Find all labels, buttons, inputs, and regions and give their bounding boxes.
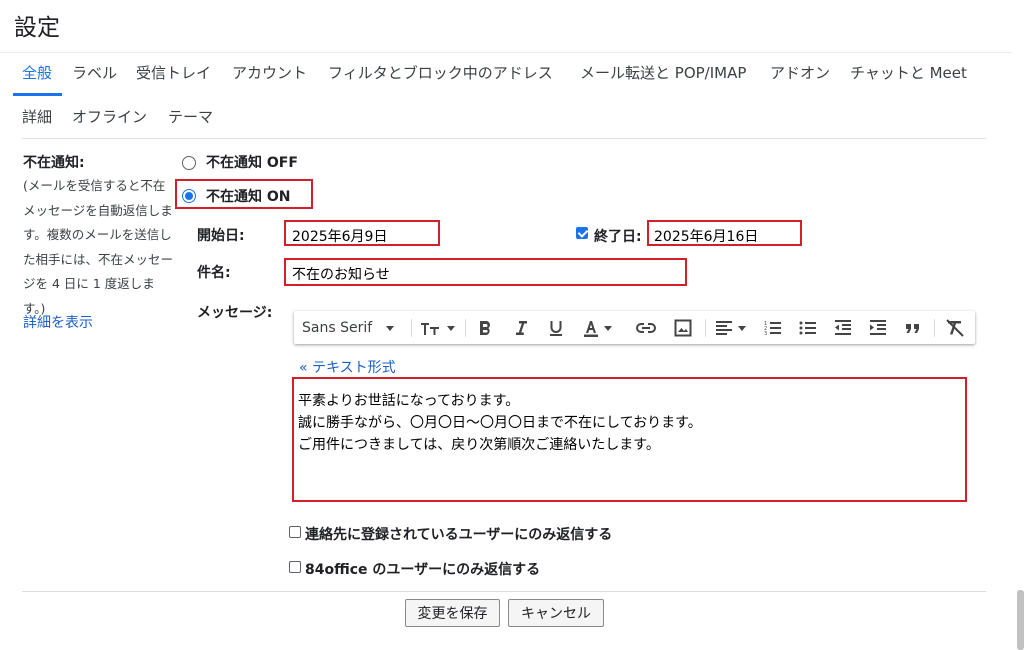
scrollbar[interactable] [1017,590,1024,650]
chevron-down-icon [604,325,612,331]
details-link[interactable]: 詳細を表示 [23,312,93,332]
message-line: 平素よりお世話になっております。 [298,393,520,409]
domain-only-label[interactable]: 84office のユーザーにのみ返信する [305,559,540,579]
formatting-toolbar: Sans Serif 123 [294,311,975,344]
message-line: ご用件につきましては、戻り次第順次ご連絡いたします。 [298,437,660,453]
svg-text:3: 3 [764,331,767,337]
tab-accounts[interactable]: アカウント [232,62,307,83]
toolbar-divider [465,319,466,337]
chevron-down-icon [738,325,746,331]
underline-icon [550,321,562,336]
tab-inbox[interactable]: 受信トレイ [136,62,211,83]
toolbar-divider [705,319,706,337]
active-tab-indicator [13,93,62,96]
tab-chat-meet[interactable]: チャットと Meet [850,62,967,83]
quote-button[interactable] [904,317,922,339]
divider [22,138,986,139]
vacation-description: (メールを受信すると不在メッセージを自動返信します。複数のメールを送信した相手に… [23,178,174,316]
tab-labels[interactable]: ラベル [72,62,117,83]
numbered-list-icon: 123 [764,321,781,337]
quote-icon [906,324,919,333]
tab-offline[interactable]: オフライン [72,106,147,127]
start-date-label: 開始日: [197,228,245,244]
contacts-only-label[interactable]: 連絡先に登録されているユーザーにのみ返信する [305,524,612,544]
bold-button[interactable] [477,317,493,339]
toolbar-divider [934,319,935,337]
divider [22,591,986,592]
link-icon [636,323,656,333]
end-date-label: 終了日: [594,229,642,245]
indent-more-button[interactable] [869,317,887,339]
bulleted-list-icon [799,321,816,335]
contacts-only-checkbox[interactable] [289,526,301,538]
font-select[interactable]: Sans Serif [302,317,395,339]
end-date-checkbox[interactable] [576,227,588,239]
italic-button[interactable] [513,317,529,339]
message-label: メッセージ: [197,305,273,321]
align-left-icon [716,321,732,335]
indent-less-icon [835,320,851,335]
page-title: 設定 [14,15,60,41]
vacation-section-label: 不在通知: [23,155,85,171]
remove-formatting-button[interactable] [945,317,965,339]
save-changes-button[interactable]: 変更を保存 [405,599,500,627]
italic-icon [516,321,527,335]
chevron-down-icon [447,325,455,331]
toolbar-divider [411,319,412,337]
indent-more-icon [870,320,886,335]
tab-filters[interactable]: フィルタとブロック中のアドレス [328,62,553,83]
insert-image-button[interactable] [674,317,692,339]
remove-formatting-icon [946,319,964,337]
plain-text-mode-link[interactable]: « テキスト形式 [299,357,396,377]
underline-button[interactable] [548,317,564,339]
vacation-off-label[interactable]: 不在通知 OFF [206,152,298,172]
settings-tabs: 全般 ラベル 受信トレイ アカウント フィルタとブロック中のアドレス メール転送… [0,52,1012,139]
tab-themes[interactable]: テーマ [168,106,213,127]
cancel-button[interactable]: キャンセル [508,599,604,627]
align-button[interactable] [715,317,746,339]
tab-addons[interactable]: アドオン [770,62,830,83]
tab-advanced[interactable]: 詳細 [22,106,52,127]
text-color-button[interactable] [583,317,612,339]
bold-icon [480,321,490,335]
chevron-down-icon [386,325,395,331]
numbered-list-button[interactable]: 123 [764,317,782,339]
font-name: Sans Serif [302,320,373,336]
subject-value: 不在のお知らせ [292,267,390,283]
subject-label: 件名: [197,265,231,281]
vacation-off-radio[interactable] [182,156,196,170]
message-line: 誠に勝手ながら、〇月〇日～〇月〇日まで不在にしております。 [298,415,702,431]
bulleted-list-button[interactable] [799,317,817,339]
font-size-icon [421,323,439,335]
end-date-value: 2025年6月16日 [654,229,759,245]
domain-only-checkbox[interactable] [289,561,301,573]
font-size-button[interactable] [420,317,455,339]
image-icon [674,319,692,337]
text-color-icon [584,321,598,337]
insert-link-button[interactable] [636,317,656,339]
indent-less-button[interactable] [834,317,852,339]
start-date-value: 2025年6月9日 [292,229,388,245]
tab-forwarding[interactable]: メール転送と POP/IMAP [580,62,746,83]
vacation-on-highlight [175,179,313,209]
tab-general[interactable]: 全般 [22,62,52,83]
